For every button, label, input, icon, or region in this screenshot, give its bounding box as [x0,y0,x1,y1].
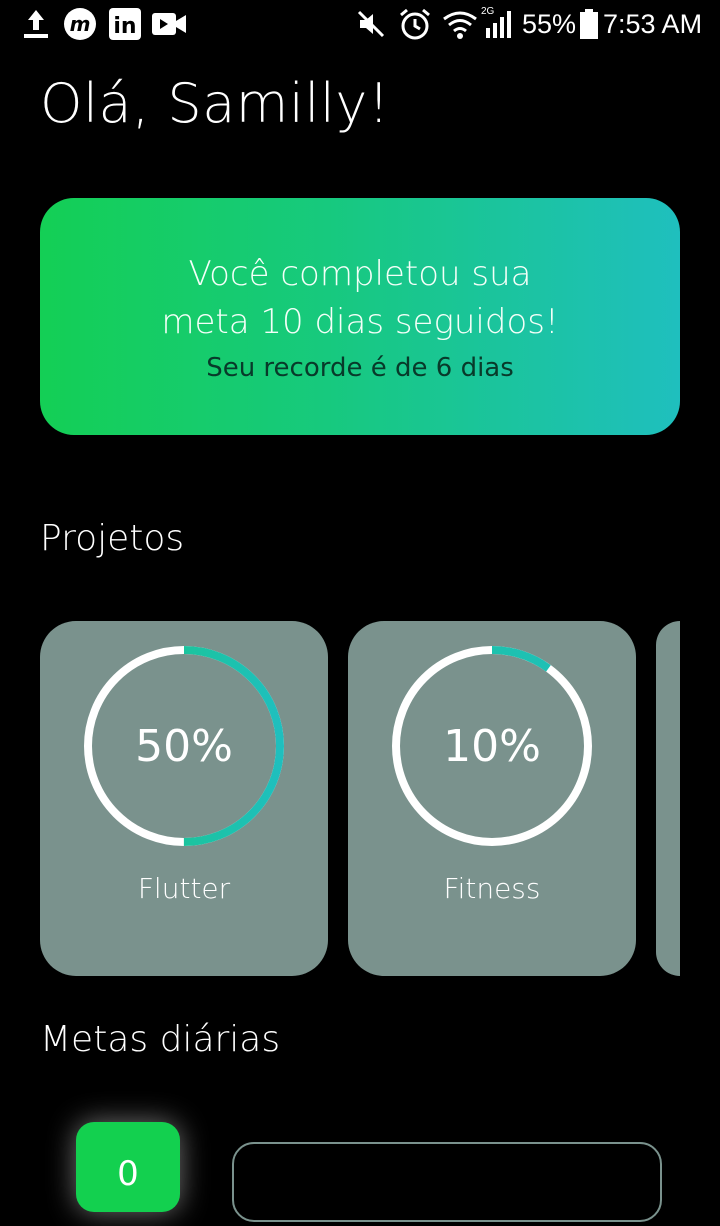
project-card-flutter[interactable]: 50% Flutter [40,621,328,976]
project-card-fitness[interactable]: 10% Fitness [348,621,636,976]
m-app-icon: m [64,8,96,40]
record-text: Seu recorde é de 6 dias [206,353,514,383]
linkedin-icon: in [109,8,141,40]
greeting-title: Olá, Samilly! [40,72,391,135]
svg-text:in: in [113,14,136,39]
video-icon [152,13,186,35]
svg-text:m: m [70,12,91,36]
clock: 7:53 AM [603,9,703,39]
project-percent: 50% [135,721,233,772]
upload-icon [24,10,48,38]
project-percent: 10% [443,721,541,772]
mute-icon [357,10,385,38]
signal-icon [486,11,511,38]
goal-counter-button[interactable]: 0 [76,1122,180,1212]
project-label: Fitness [443,872,541,905]
battery-percent: 55% [522,9,577,39]
streak-banner[interactable]: Você completou sua meta 10 dias seguidos… [40,198,680,435]
goal-counter-value: 0 [117,1154,139,1194]
goal-item-box[interactable] [232,1142,662,1222]
status-bar: m in 2G 55% 7:53 AM [0,0,720,50]
battery-icon [580,9,598,39]
project-card-partial[interactable] [656,621,680,976]
alarm-icon [400,8,430,40]
banner-line-1: Você completou sua [188,254,532,294]
wifi-icon [443,11,477,39]
projects-title: Projetos [40,518,185,559]
project-label: Flutter [137,872,231,905]
banner-line-2: meta 10 dias seguidos! [161,302,559,342]
daily-goals-title: Metas diárias [40,1019,281,1060]
